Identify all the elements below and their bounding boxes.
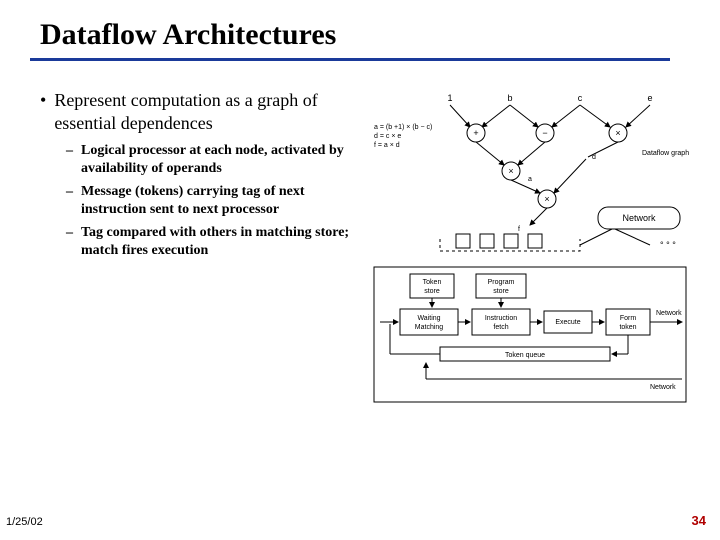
edge	[580, 229, 612, 245]
footer-page-number: 34	[692, 513, 706, 528]
net-out-label: Network	[656, 310, 682, 317]
form-token-box	[606, 309, 650, 335]
ifetch-box	[472, 309, 530, 335]
input-label: e	[647, 93, 652, 103]
sub-bullet: – Tag compared with others in matching s…	[66, 224, 360, 259]
proc-box	[504, 234, 518, 248]
edge	[554, 159, 586, 193]
mid-label: a	[528, 176, 532, 183]
waiting-box	[400, 309, 458, 335]
op-label: ×	[544, 194, 549, 204]
sub-bullet: – Message (tokens) carrying tag of next …	[66, 183, 360, 218]
op-label: ×	[615, 128, 620, 138]
eq-text: f = a × d	[374, 142, 400, 149]
edge	[482, 105, 510, 127]
edge	[510, 105, 538, 127]
bullet-main: • Represent computation as a graph of es…	[40, 89, 360, 134]
edge	[615, 229, 650, 245]
network-label: Network	[622, 213, 656, 223]
sub-bullet-list: – Logical processor at each node, activa…	[66, 142, 360, 259]
edge	[530, 208, 547, 225]
slide-title: Dataflow Architectures	[40, 18, 690, 52]
form-token-label2: token	[619, 324, 636, 331]
edge	[580, 105, 610, 127]
waiting-label: Waiting	[417, 315, 440, 322]
input-label: b	[507, 93, 512, 103]
sub-bullet-text: Logical processor at each node, activate…	[81, 142, 360, 177]
title-rule	[30, 58, 670, 61]
content-row: • Represent computation as a graph of es…	[40, 89, 690, 444]
graph-label: Dataflow graph	[642, 150, 689, 157]
program-store-label2: store	[493, 288, 509, 295]
mid-label: f	[518, 226, 520, 233]
net-in-label: Network	[650, 384, 676, 391]
token-store-label: Token	[423, 279, 442, 286]
edge	[511, 180, 540, 193]
edge	[450, 105, 470, 127]
bullet-main-text: Represent computation as a graph of esse…	[54, 89, 360, 134]
input-label: 1	[447, 93, 452, 103]
op-label: ×	[508, 166, 513, 176]
eq-text: a = (b +1) × (b − c)	[374, 124, 432, 131]
execute-label: Execute	[555, 319, 580, 326]
mid-label: d	[592, 154, 596, 161]
proc-box	[480, 234, 494, 248]
waiting-label2: Matching	[415, 324, 444, 331]
proc-box	[528, 234, 542, 248]
ifetch-label2: fetch	[493, 324, 508, 331]
diagram-column: a = (b +1) × (b − c) d = c × e f = a × d…	[370, 89, 690, 444]
token-queue-label: Token queue	[505, 352, 545, 359]
slide: Dataflow Architectures • Represent compu…	[0, 0, 720, 540]
sub-bullet-text: Tag compared with others in matching sto…	[81, 224, 360, 259]
ifetch-label: Instruction	[485, 315, 517, 322]
edge	[518, 142, 545, 165]
edge	[626, 105, 650, 127]
op-label: +	[473, 128, 478, 138]
program-store-label: Program	[488, 279, 515, 286]
bullet-dot-icon: •	[40, 89, 46, 134]
token-store-label2: store	[424, 288, 440, 295]
dots-label: ° ° °	[660, 240, 676, 250]
edge	[476, 142, 504, 165]
dash-icon: –	[66, 183, 73, 218]
op-label: −	[542, 128, 547, 138]
dash-icon: –	[66, 224, 73, 259]
text-column: • Represent computation as a graph of es…	[40, 89, 360, 444]
proc-box	[456, 234, 470, 248]
input-label: c	[578, 93, 583, 103]
sub-bullet-text: Message (tokens) carrying tag of next in…	[81, 183, 360, 218]
form-token-label: Form	[620, 315, 637, 322]
dash-icon: –	[66, 142, 73, 177]
footer-date: 1/25/02	[6, 516, 43, 528]
eq-text: d = c × e	[374, 133, 401, 140]
edge	[552, 105, 580, 127]
dataflow-diagram: a = (b +1) × (b − c) d = c × e f = a × d…	[370, 89, 690, 439]
sub-bullet: – Logical processor at each node, activa…	[66, 142, 360, 177]
